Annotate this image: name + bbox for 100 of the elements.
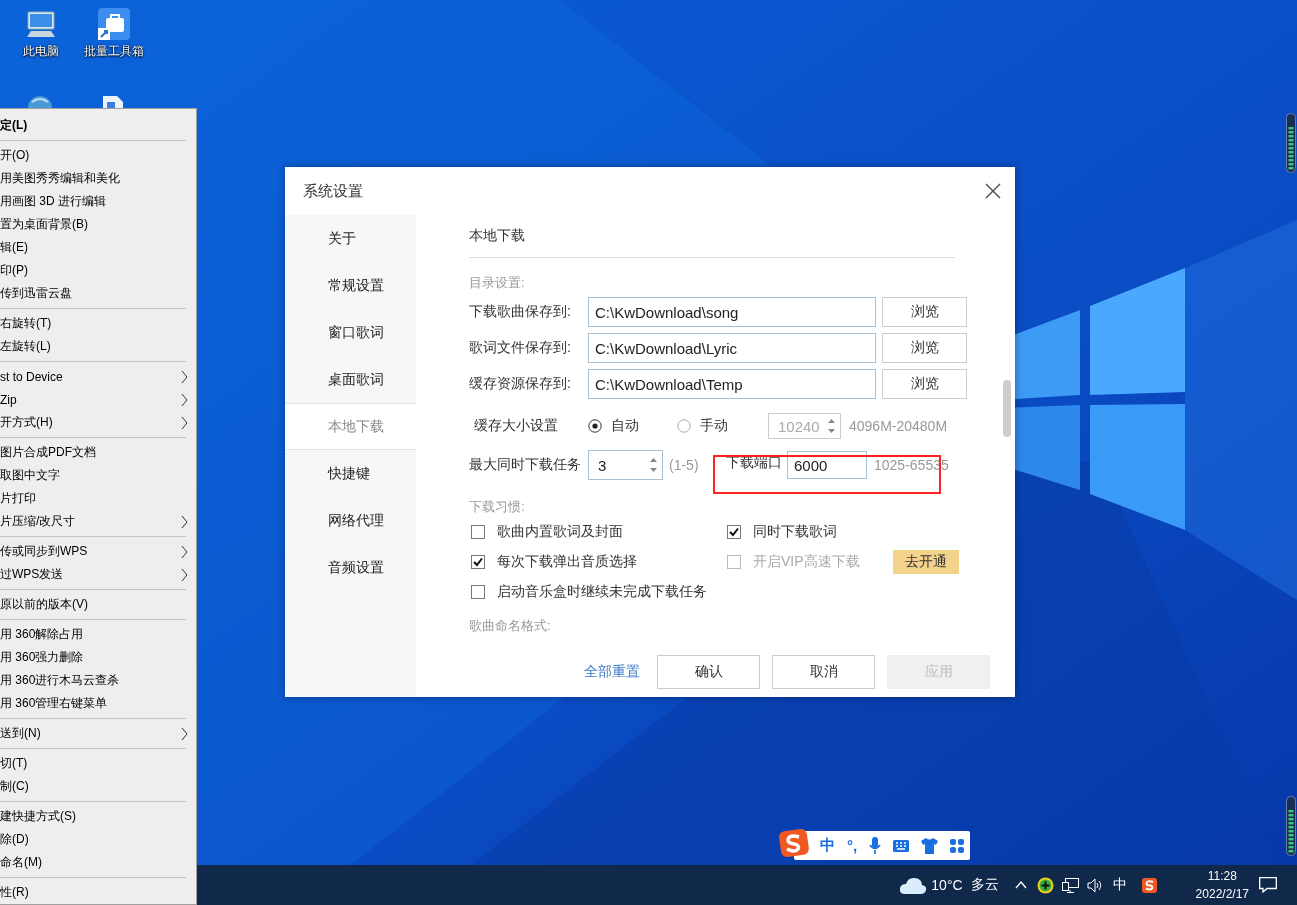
menu-item[interactable]: 片打印 (0, 487, 196, 510)
menu-item[interactable]: 片压缩/改尺寸 (0, 510, 196, 533)
menu-item[interactable]: 用画图 3D 进行编辑 (0, 190, 196, 213)
menu-item[interactable]: st to Device (0, 365, 196, 388)
browse-button[interactable]: 浏览 (882, 297, 967, 327)
menu-item[interactable]: 用 360进行木马云查杀 (0, 669, 196, 692)
sidebar-item[interactable]: 快捷键 (285, 450, 416, 497)
cloud-icon[interactable] (899, 876, 928, 894)
menu-item[interactable]: 置为桌面背景(B) (0, 213, 196, 236)
plus-circle-icon[interactable] (1036, 876, 1054, 894)
chevron-right-icon (181, 726, 188, 741)
menu-item[interactable]: 用美图秀秀编辑和美化 (0, 167, 196, 190)
checkbox-option[interactable]: 歌曲内置歌词及封面 (471, 517, 623, 547)
dialog-button[interactable]: 确认 (657, 654, 760, 689)
weather-text[interactable]: 多云 (970, 876, 999, 894)
dialog-button[interactable]: 取消 (772, 654, 875, 689)
menu-item[interactable]: 送到(N) (0, 722, 196, 745)
menu-item[interactable]: Zip (0, 388, 196, 411)
menu-item[interactable]: 左旋转(L) (0, 335, 196, 358)
input-mode[interactable]: 中 (820, 836, 835, 855)
menu-item[interactable]: 定(L) (0, 114, 196, 137)
clock-time[interactable]: 11:28 (1207, 867, 1237, 885)
dialog-title: 系统设置 (303, 181, 363, 201)
menu-item[interactable]: 右旋转(T) (0, 312, 196, 335)
menu-item[interactable]: 过WPS发送 (0, 563, 196, 586)
sidebar-item[interactable]: 网络代理 (285, 497, 416, 544)
clock-date[interactable]: 2022/2/17 (1195, 885, 1249, 903)
field-label: 最大同时下载任务 (469, 456, 582, 474)
chevron-right-icon (181, 514, 188, 529)
group-heading: 下载习惯: (469, 499, 525, 514)
field-label: 缓存资源保存到: (469, 375, 572, 393)
path-field[interactable]: C:\KwDownload\Temp (588, 369, 876, 399)
reset-link[interactable]: 全部重置 (584, 662, 640, 681)
menu-item[interactable]: 辑(E) (0, 236, 196, 259)
browse-button[interactable]: 浏览 (882, 369, 967, 399)
menu-item[interactable]: 传或同步到WPS (0, 540, 196, 563)
punctuation-mode[interactable]: °, (847, 837, 858, 854)
menu-item[interactable]: 开(O) (0, 144, 196, 167)
task-spin-field[interactable]: 3 (588, 450, 663, 480)
gauge-icon (1286, 113, 1296, 173)
input-mode-indicator[interactable]: 中 (1112, 876, 1127, 894)
menu-item[interactable]: 印(P) (0, 259, 196, 282)
sogou-logo-icon[interactable] (1140, 876, 1158, 894)
radio-option[interactable]: 自动 (588, 417, 677, 435)
section-title: 本地下载 (469, 227, 525, 243)
range-hint: (1-5) (669, 457, 700, 473)
notification-icon[interactable] (1259, 877, 1277, 893)
menu-item[interactable]: 原以前的版本(V) (0, 593, 196, 616)
speaker-icon[interactable] (1086, 877, 1104, 893)
menu-item[interactable]: 命名(M) (0, 851, 196, 874)
chevron-right-icon (181, 392, 188, 407)
browse-button[interactable]: 浏览 (882, 333, 967, 363)
grid-icon[interactable] (950, 838, 965, 853)
spin-arrows-icon[interactable] (649, 456, 658, 474)
field-label: 缓存大小设置 (473, 417, 559, 435)
menu-item[interactable]: 除(D) (0, 828, 196, 851)
keyboard-icon[interactable] (893, 839, 910, 852)
menu-item[interactable]: 传到迅雷云盘 (0, 282, 196, 305)
radio-option[interactable]: 手动 (677, 417, 768, 435)
desktop-icon-label[interactable]: 此电脑 (23, 43, 59, 60)
network-icon[interactable] (1061, 877, 1079, 893)
menu-item[interactable]: 切(T) (0, 752, 196, 775)
menu-item[interactable]: 用 360解除占用 (0, 623, 196, 646)
menu-item[interactable]: 制(C) (0, 775, 196, 798)
checkbox-option[interactable]: 每次下载弹出音质选择 (471, 547, 637, 577)
microphone-icon[interactable] (869, 836, 882, 855)
scrollbar-thumb[interactable] (1003, 380, 1011, 437)
gauge-icon (1286, 796, 1296, 856)
chevron-right-icon (181, 415, 188, 430)
sidebar-item[interactable]: 关于 (285, 215, 416, 262)
group-heading: 目录设置: (469, 275, 525, 290)
checkbox-option[interactable]: 启动音乐盒时继续未完成下载任务 (471, 577, 707, 607)
menu-item[interactable]: 用 360强力删除 (0, 646, 196, 669)
close-icon[interactable] (985, 183, 1001, 199)
menu-item[interactable]: 图片合成PDF文档 (0, 441, 196, 464)
range-hint: 4096M-20480M (849, 418, 948, 434)
desktop-icon-label[interactable]: 批量工具箱 (84, 43, 144, 60)
shirt-icon[interactable] (921, 837, 939, 854)
sidebar-item[interactable]: 本地下载 (285, 403, 416, 450)
sidebar-item[interactable]: 桌面歌词 (285, 356, 416, 403)
menu-item[interactable]: 用 360管理右键菜单 (0, 692, 196, 715)
chevron-right-icon (181, 369, 188, 384)
path-field[interactable]: C:\KwDownload\song (588, 297, 876, 327)
path-field[interactable]: C:\KwDownload\Lyric (588, 333, 876, 363)
menu-item[interactable]: 取图中文字 (0, 464, 196, 487)
sidebar-item[interactable]: 常规设置 (285, 262, 416, 309)
menu-item[interactable]: 开方式(H) (0, 411, 196, 434)
toolbox-icon (98, 8, 130, 40)
menu-item[interactable]: 建快捷方式(S) (0, 805, 196, 828)
chevron-right-icon (181, 544, 188, 559)
checkbox-option[interactable]: 同时下载歌词 (727, 517, 837, 547)
chevron-up-icon[interactable] (1014, 881, 1027, 889)
sidebar-item[interactable]: 音频设置 (285, 544, 416, 591)
field-label: 下载歌曲保存到: (469, 303, 572, 321)
document-icon (102, 94, 124, 108)
sogou-logo-icon[interactable] (777, 828, 811, 860)
port-field[interactable]: 6000 (787, 451, 867, 479)
temperature-text[interactable]: 10°C (931, 877, 963, 893)
sidebar-item[interactable]: 窗口歌词 (285, 309, 416, 356)
menu-item[interactable]: 性(R) (0, 881, 196, 904)
